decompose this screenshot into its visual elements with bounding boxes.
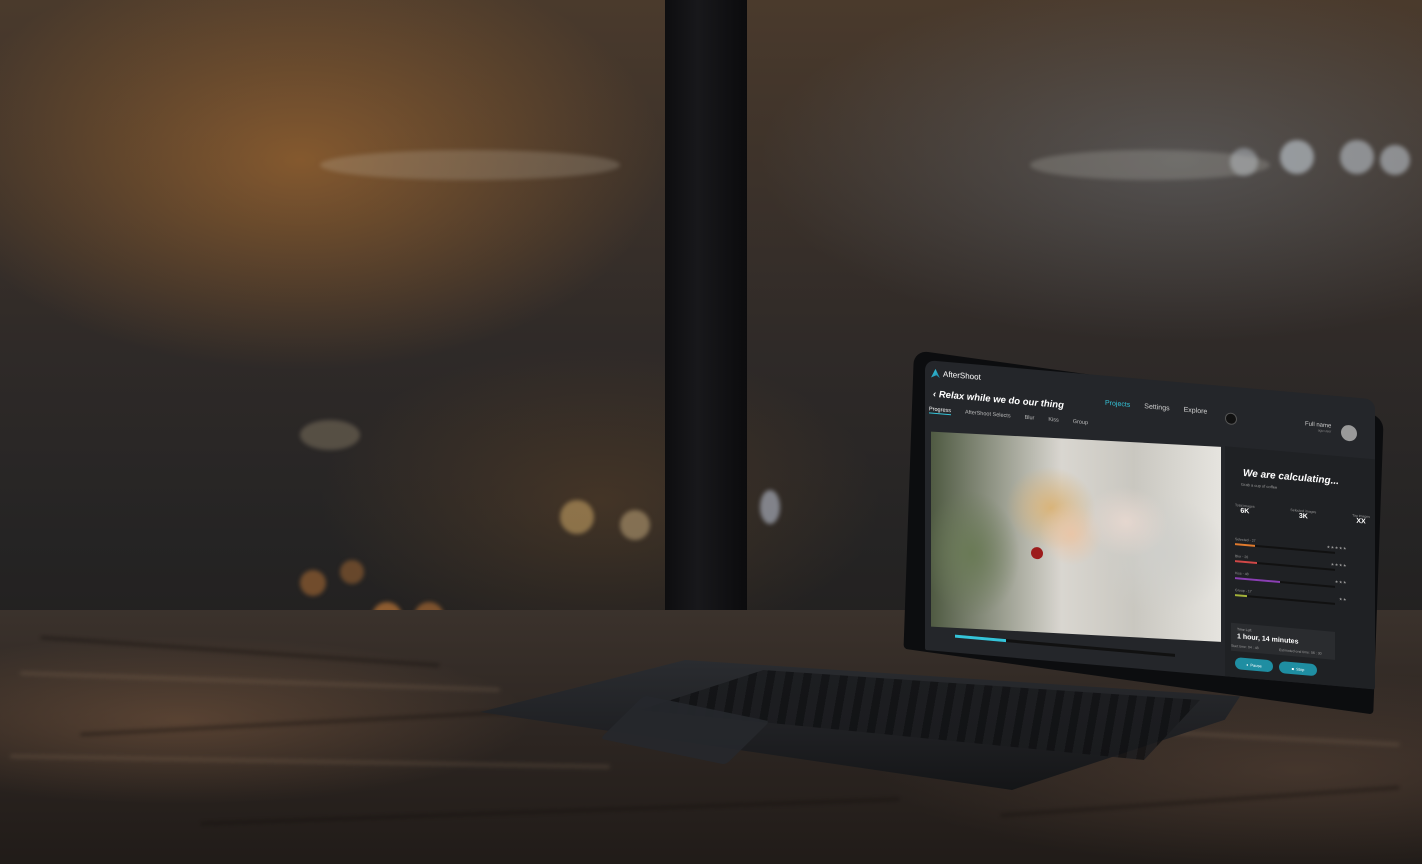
tab-blur[interactable]: Blur	[1025, 415, 1035, 423]
bokeh-light	[1030, 150, 1270, 180]
breakdown-row: Group - 17 ★★	[1235, 588, 1355, 606]
breakdown-bar	[1235, 577, 1335, 588]
stat-tag: Tag images XX	[1352, 513, 1370, 526]
user-subtitle: ago user	[1317, 427, 1332, 434]
bokeh-light	[300, 570, 326, 596]
preview-photo	[931, 431, 1221, 642]
breakdown-bar-fill	[1235, 543, 1255, 547]
main-nav: Projects Settings Explore	[1105, 400, 1207, 416]
rose-detail	[1031, 546, 1043, 560]
breakdown-label: Kiss - 48	[1235, 571, 1249, 577]
star-rating-icon: ★★★★★	[1326, 544, 1347, 551]
breakdown-row: Blur - 20 ★★★★	[1235, 554, 1355, 572]
bokeh-light	[1380, 145, 1410, 175]
breakdown-row: Kiss - 48 ★★★	[1235, 571, 1355, 589]
notification-icon[interactable]	[1225, 412, 1237, 426]
progress-bar	[955, 634, 1175, 657]
breakdown-label: Group - 17	[1235, 588, 1252, 594]
tab-kiss[interactable]: Kiss	[1048, 417, 1058, 425]
start-time: Start time: 04 : 48	[1231, 643, 1259, 651]
breakdown-label: Selected - 27	[1235, 537, 1256, 543]
bokeh-light	[320, 150, 620, 180]
bokeh-light	[300, 420, 360, 450]
bokeh-light	[760, 490, 780, 524]
tab-bar: Progress AfterShoot Selects Blur Kiss Gr…	[929, 406, 1088, 427]
breakdown-bar-fill	[1235, 560, 1257, 565]
breakdown-bar-fill	[1235, 577, 1280, 584]
laptop-screen-app: AfterShoot Projects Settings Explore Ful…	[925, 360, 1375, 690]
bokeh-light	[1340, 140, 1374, 174]
breakdown-bar	[1235, 543, 1335, 554]
stop-button[interactable]: ■ Stop	[1279, 660, 1317, 677]
bokeh-light	[1280, 140, 1314, 174]
window-frame	[665, 0, 747, 650]
tab-group[interactable]: Group	[1073, 419, 1088, 427]
pause-icon: ⏸	[1246, 661, 1249, 667]
time-left-value: 1 hour, 14 minutes	[1237, 633, 1299, 646]
status-panel: We are calculating... Grab a cup of coff…	[1225, 446, 1375, 690]
bokeh-light	[560, 500, 594, 534]
user-menu[interactable]: Full name ago user	[1305, 421, 1331, 434]
category-breakdown: Selected - 27 ★★★★★ Blur - 20 ★★★★ Kiss - 48…	[1235, 537, 1355, 615]
nav-explore[interactable]: Explore	[1184, 407, 1208, 416]
star-rating-icon: ★★★	[1334, 578, 1347, 585]
bokeh-light	[620, 510, 650, 540]
pause-label: Pause	[1250, 661, 1262, 668]
scene-photo: AfterShoot Projects Settings Explore Ful…	[0, 0, 1422, 864]
nav-settings[interactable]: Settings	[1144, 403, 1169, 412]
progress-bar-fill	[955, 634, 1006, 643]
time-left-box: Time Left 1 hour, 14 minutes Start time:…	[1231, 622, 1335, 660]
stat-total: Total images 6K	[1235, 503, 1255, 516]
stat-selected: Selected images 3K	[1290, 508, 1316, 521]
breakdown-bar-fill	[1235, 594, 1247, 598]
breakdown-bar	[1235, 594, 1335, 605]
status-subheading: Grab a cup of coffee	[1241, 481, 1278, 490]
breakdown-label: Blur - 20	[1235, 554, 1249, 560]
star-rating-icon: ★★	[1338, 596, 1347, 602]
time-left-label: Time Left	[1237, 627, 1252, 633]
nav-projects[interactable]: Projects	[1105, 400, 1130, 409]
tab-progress[interactable]: Progress	[929, 406, 952, 416]
estimated-end-time: Estimated end time: 06 : 30	[1279, 647, 1322, 656]
pause-button[interactable]: ⏸ Pause	[1235, 657, 1273, 673]
tab-aftershoot-selects[interactable]: AfterShoot Selects	[965, 410, 1011, 421]
stop-label: Stop	[1296, 665, 1305, 672]
aftershoot-logo-icon	[931, 369, 940, 379]
breakdown-bar	[1235, 560, 1335, 571]
app-name: AfterShoot	[943, 369, 981, 382]
star-rating-icon: ★★★★	[1330, 561, 1347, 568]
app-logo: AfterShoot	[931, 369, 981, 382]
avatar[interactable]	[1341, 424, 1357, 442]
bokeh-light	[340, 560, 364, 584]
stats-row: Total images 6K Selected images 3K Tag ima…	[1235, 503, 1370, 526]
stop-icon: ■	[1291, 665, 1295, 671]
breakdown-row: Selected - 27 ★★★★★	[1235, 537, 1355, 555]
